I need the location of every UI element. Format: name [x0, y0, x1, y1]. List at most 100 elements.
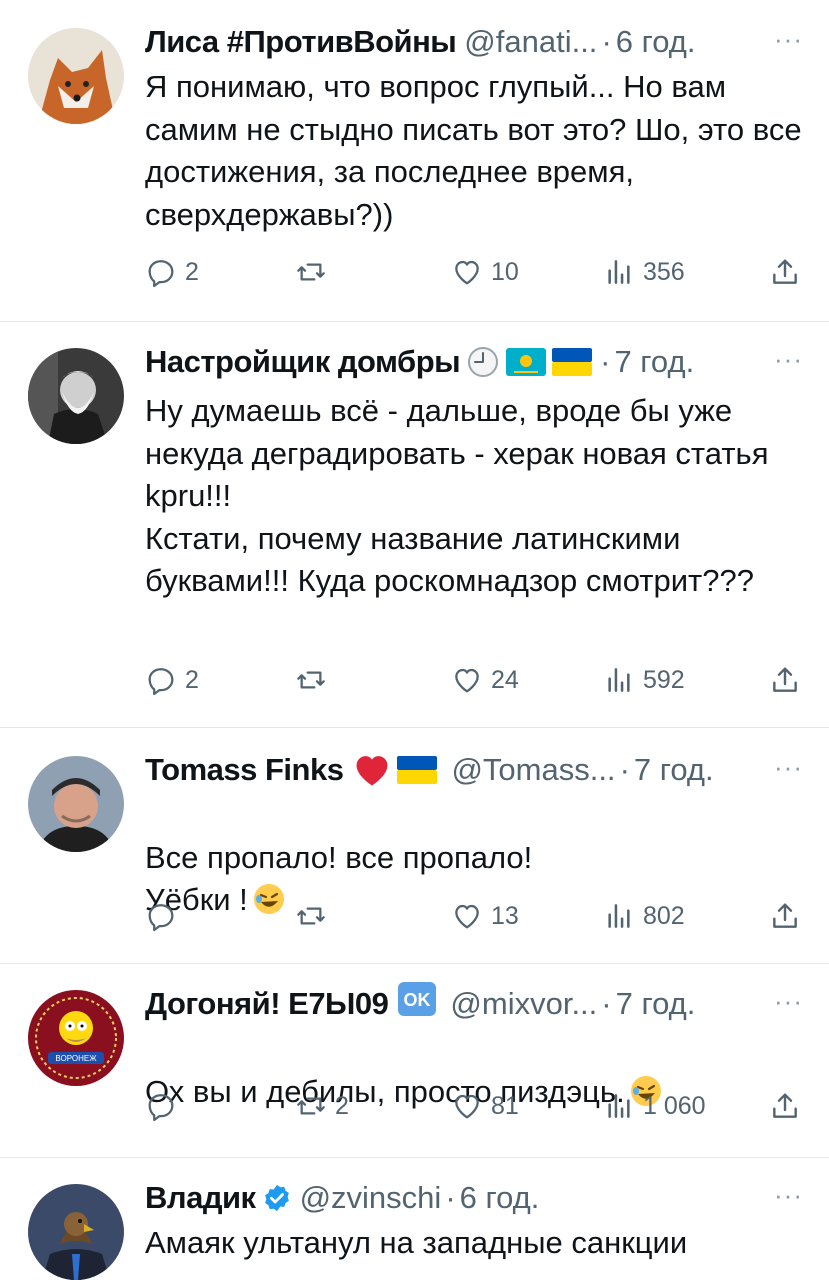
heart-icon	[455, 668, 479, 693]
display-name[interactable]: Лиса #ПротивВойны	[145, 22, 457, 62]
reply-icon	[148, 1094, 174, 1122]
kazakhstan-flag-icon	[506, 348, 547, 376]
reply-count: 2	[185, 257, 199, 286]
share-icon	[773, 259, 797, 284]
reply-button[interactable]	[145, 896, 185, 936]
eagle-in-suit-avatar-image	[28, 1184, 124, 1280]
red-heart-icon	[353, 753, 391, 787]
separator-dot: ·	[601, 24, 612, 59]
avatar[interactable]	[28, 756, 124, 852]
reply-button[interactable]: 2	[145, 660, 199, 700]
like-count: 24	[491, 665, 519, 694]
tweet-3[interactable]: Tomass Finks @Tomass... · 7 год. ··· Все…	[0, 728, 829, 964]
tweet-5[interactable]: Владик @zvinschi · 6 год. ··· Амаяк ульт…	[0, 1158, 829, 1280]
tweet-2[interactable]: Настройщик домбры · 7 год. ··· Ну думаеш…	[0, 322, 829, 728]
svg-text:ВОРОНЕЖ: ВОРОНЕЖ	[55, 1054, 97, 1063]
share-button[interactable]	[769, 252, 801, 292]
display-name[interactable]: Владик	[145, 1178, 256, 1218]
tweet-text: Ну думаешь всё - дальше, вроде бы уже не…	[145, 393, 769, 598]
reply-icon	[148, 904, 174, 932]
clock-badge-icon	[466, 345, 500, 379]
tweet-text: Я понимаю, что вопрос глупый... Но вам с…	[145, 69, 802, 232]
share-icon	[773, 1093, 797, 1118]
separator-dot: ·	[600, 344, 611, 379]
heart-icon	[455, 260, 479, 285]
timestamp[interactable]: 6 год.	[616, 22, 696, 62]
views-button[interactable]: 802	[603, 896, 685, 936]
verified-badge-icon	[262, 1183, 292, 1213]
display-name[interactable]: Tomass Finks	[145, 750, 344, 790]
heart-icon	[455, 904, 479, 929]
retweet-button[interactable]	[295, 896, 335, 936]
user-handle[interactable]: @fanati...	[464, 22, 597, 62]
avatar[interactable]	[28, 348, 124, 444]
tweet-4[interactable]: ВОРОНЕЖ Догоняй! Е7Ы09 OK @mixvor... · 7…	[0, 964, 829, 1158]
tweet-text: Амаяк ультанул на западные санкции	[145, 1225, 688, 1260]
views-button[interactable]: 1 060	[603, 1086, 706, 1126]
more-options-icon[interactable]: ···	[774, 986, 803, 1017]
timestamp[interactable]: 7 год.	[616, 984, 696, 1024]
homer-avatar-image: ВОРОНЕЖ	[28, 990, 124, 1086]
like-button[interactable]: 81	[451, 1086, 519, 1126]
reply-icon	[148, 260, 174, 288]
avatar[interactable]: ВОРОНЕЖ	[28, 990, 124, 1086]
share-button[interactable]	[769, 660, 801, 700]
more-options-icon[interactable]: ···	[774, 752, 803, 783]
action-bar: 13 802	[145, 896, 805, 936]
like-count: 10	[491, 257, 519, 286]
retweet-button[interactable]: 2	[295, 1086, 349, 1126]
share-button[interactable]	[769, 896, 801, 936]
retweet-count: 2	[335, 1091, 349, 1120]
reply-button[interactable]: 2	[145, 252, 199, 292]
view-count: 1 060	[643, 1091, 706, 1120]
user-handle[interactable]: @Tomass...	[451, 750, 615, 790]
views-icon	[608, 1094, 630, 1118]
separator-dot: ·	[619, 752, 630, 787]
separator-dot: ·	[445, 1180, 456, 1215]
timestamp[interactable]: 7 год.	[634, 750, 714, 790]
like-button[interactable]: 24	[451, 660, 519, 700]
retweet-button[interactable]	[295, 252, 335, 292]
separator-dot: ·	[601, 986, 612, 1021]
man-with-cap-avatar-image	[28, 756, 124, 852]
avatar[interactable]	[28, 1184, 124, 1280]
more-options-icon[interactable]: ···	[774, 1180, 803, 1211]
share-button[interactable]	[769, 1086, 801, 1126]
view-count: 592	[643, 665, 685, 694]
bw-portrait-avatar-image	[28, 348, 124, 444]
avatar[interactable]	[28, 28, 124, 124]
more-options-icon[interactable]: ···	[774, 344, 803, 375]
views-button[interactable]: 592	[603, 660, 685, 700]
views-icon	[608, 668, 630, 692]
view-count: 356	[643, 257, 685, 286]
heart-icon	[455, 1094, 479, 1119]
display-name[interactable]: Настройщик домбры	[145, 342, 461, 382]
action-bar: 2 24 592	[145, 660, 805, 700]
view-count: 802	[643, 901, 685, 930]
more-options-icon[interactable]: ···	[774, 24, 803, 55]
share-icon	[773, 667, 797, 692]
user-handle[interactable]: @mixvor...	[450, 984, 597, 1024]
like-button[interactable]: 10	[451, 252, 519, 292]
retweet-icon	[297, 1097, 325, 1115]
action-bar: 2 81 1 060	[145, 1086, 805, 1126]
retweet-icon	[297, 263, 325, 281]
like-button[interactable]: 13	[451, 896, 519, 936]
views-button[interactable]: 356	[603, 252, 685, 292]
reply-button[interactable]	[145, 1086, 185, 1126]
ukraine-flag-icon	[397, 756, 438, 784]
fox-avatar-image	[28, 28, 124, 124]
reply-count: 2	[185, 665, 199, 694]
retweet-button[interactable]	[295, 660, 335, 700]
display-name[interactable]: Догоняй! Е7Ы09	[145, 984, 389, 1024]
retweet-icon	[297, 907, 325, 925]
views-icon	[608, 260, 630, 284]
timestamp[interactable]: 7 год.	[614, 342, 694, 382]
share-icon	[773, 903, 797, 928]
like-count: 13	[491, 901, 519, 930]
timestamp[interactable]: 6 год.	[460, 1178, 540, 1218]
tweet-1[interactable]: Лиса #ПротивВойны @fanati... · 6 год. ··…	[0, 0, 829, 322]
retweet-icon	[297, 671, 325, 689]
user-handle[interactable]: @zvinschi	[300, 1178, 442, 1218]
like-count: 81	[491, 1091, 519, 1120]
